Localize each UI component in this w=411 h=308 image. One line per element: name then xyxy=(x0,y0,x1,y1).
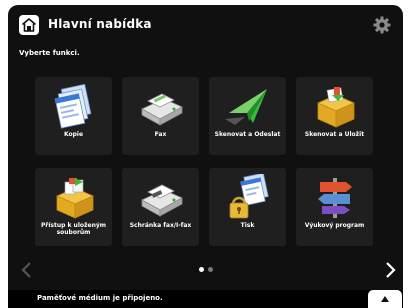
print-icon xyxy=(229,174,269,219)
tutorial-signpost-icon xyxy=(318,178,352,218)
home-button[interactable] xyxy=(19,15,39,35)
tile-label: Výukový program xyxy=(304,222,365,229)
chevron-left-icon xyxy=(21,262,31,278)
copy-icon xyxy=(54,83,92,129)
status-message: Paměťové médium je připojeno. xyxy=(37,294,163,302)
header-bar: Hlavní nabídka xyxy=(8,5,403,45)
tile-label: Tisk xyxy=(240,222,255,229)
page-indicator xyxy=(195,267,219,275)
page-dot xyxy=(208,267,213,272)
tile-label: Přístup k uloženým souborům xyxy=(40,222,107,236)
scan-and-send-icon xyxy=(225,89,267,125)
touch-screen: Hlavní nabídka Vyberte funkci. Kopie Fax… xyxy=(8,5,403,308)
device-frame: Hlavní nabídka Vyberte funkci. Kopie Fax… xyxy=(0,0,411,308)
tile-label: Skenovat a Uložit xyxy=(304,131,365,138)
previous-page-button[interactable] xyxy=(19,261,35,279)
tile-fax-inbox[interactable]: Schránka fax/I-fax xyxy=(122,168,199,246)
next-page-button[interactable] xyxy=(382,261,398,279)
settings-button[interactable] xyxy=(372,15,392,35)
tile-print[interactable]: Tisk xyxy=(209,168,286,246)
instruction-text: Vyberte funkci. xyxy=(19,49,80,57)
page-title: Hlavní nabídka xyxy=(48,17,152,31)
tile-tutorial[interactable]: Výukový program xyxy=(296,168,373,246)
page-dot-active xyxy=(199,267,204,272)
tile-label: Skenovat a Odeslat xyxy=(214,131,281,138)
tile-fax[interactable]: Fax xyxy=(122,77,199,155)
scan-and-store-icon xyxy=(317,87,355,128)
tile-label: Fax xyxy=(154,131,167,138)
tile-access-stored-files[interactable]: Přístup k uloženým souborům xyxy=(35,168,112,246)
tile-label: Schránka fax/I-fax xyxy=(129,222,192,229)
access-stored-files-icon xyxy=(56,178,94,219)
triangle-up-icon xyxy=(381,296,389,302)
tile-scan-and-send[interactable]: Skenovat a Odeslat xyxy=(209,77,286,155)
status-monitor-button[interactable] xyxy=(368,290,402,308)
fax-icon xyxy=(141,93,183,126)
fax-inbox-icon xyxy=(141,184,183,217)
status-bar: Paměťové médium je připojeno. xyxy=(8,290,403,308)
gear-icon xyxy=(373,16,391,34)
tile-scan-and-store[interactable]: Skenovat a Uložit xyxy=(296,77,373,155)
tile-label: Kopie xyxy=(63,131,84,138)
tile-copy[interactable]: Kopie xyxy=(35,77,112,155)
chevron-right-icon xyxy=(386,262,396,278)
home-icon xyxy=(22,18,36,32)
